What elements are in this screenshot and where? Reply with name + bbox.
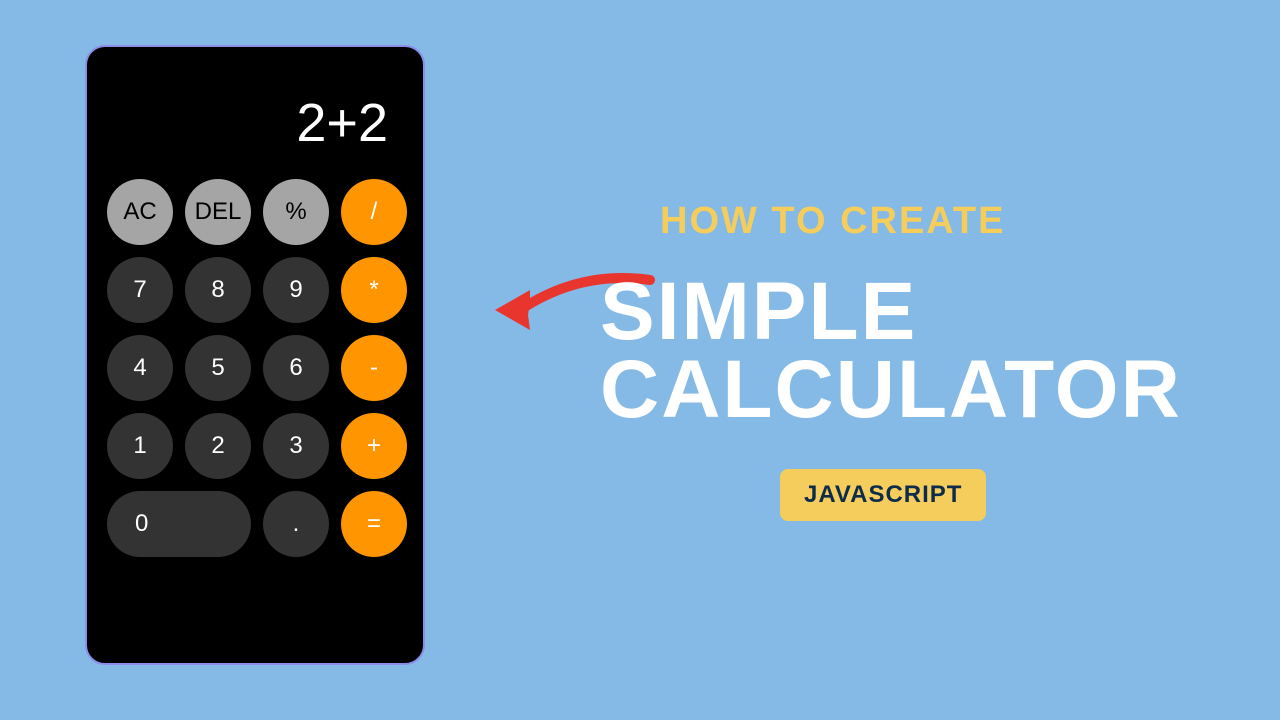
add-button[interactable]: + (341, 413, 407, 479)
zero-button[interactable]: 0 (107, 491, 251, 557)
four-button[interactable]: 4 (107, 335, 173, 401)
one-button[interactable]: 1 (107, 413, 173, 479)
decimal-button[interactable]: . (263, 491, 329, 557)
calculator-button-grid: AC DEL % / 7 8 9 * 4 5 6 - 1 2 3 + 0 . = (102, 179, 408, 557)
del-button[interactable]: DEL (185, 179, 251, 245)
three-button[interactable]: 3 (263, 413, 329, 479)
calculator-container: 2+2 AC DEL % / 7 8 9 * 4 5 6 - 1 2 3 + 0… (85, 45, 425, 665)
percent-button[interactable]: % (263, 179, 329, 245)
equals-button[interactable]: = (341, 491, 407, 557)
calculator-display: 2+2 (102, 62, 408, 179)
ac-button[interactable]: AC (107, 179, 173, 245)
heading-line-1: SIMPLE (600, 273, 1182, 351)
two-button[interactable]: 2 (185, 413, 251, 479)
five-button[interactable]: 5 (185, 335, 251, 401)
heading-line-2: CALCULATOR (600, 351, 1182, 429)
seven-button[interactable]: 7 (107, 257, 173, 323)
text-content: HOW TO CREATE SIMPLE CALCULATOR JAVASCRI… (600, 200, 1182, 521)
subheading: HOW TO CREATE (660, 200, 1182, 243)
subtract-button[interactable]: - (341, 335, 407, 401)
multiply-button[interactable]: * (341, 257, 407, 323)
main-heading: SIMPLE CALCULATOR (600, 273, 1182, 429)
eight-button[interactable]: 8 (185, 257, 251, 323)
six-button[interactable]: 6 (263, 335, 329, 401)
nine-button[interactable]: 9 (263, 257, 329, 323)
javascript-badge: JAVASCRIPT (780, 469, 986, 521)
divide-button[interactable]: / (341, 179, 407, 245)
